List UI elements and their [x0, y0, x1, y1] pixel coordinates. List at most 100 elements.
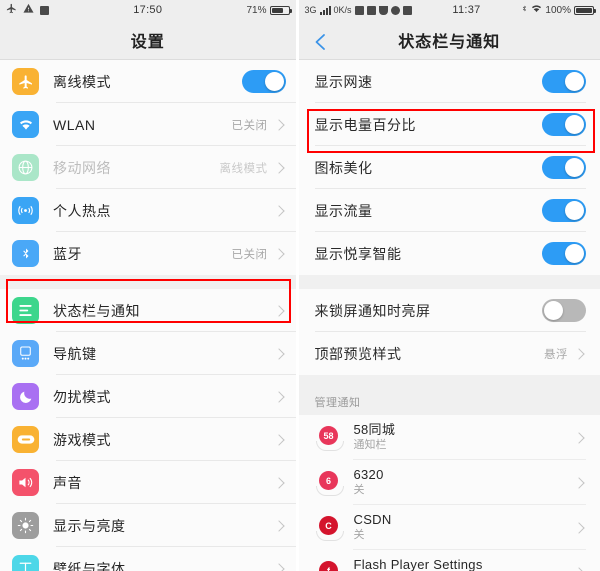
- row-label: 蓝牙: [53, 245, 82, 262]
- app-text: 58同城 通知栏: [354, 422, 576, 453]
- toggle-switch[interactable]: [542, 242, 586, 265]
- chevron-right-icon: [272, 204, 285, 217]
- settings-row-显示网速[interactable]: 显示网速: [298, 60, 600, 103]
- right-group-display-toggles: 显示网速显示电量百分比图标美化显示流量显示悦享智能: [298, 60, 600, 275]
- row-label: 显示与亮度: [53, 517, 126, 534]
- row-label: 状态栏与通知: [53, 302, 140, 319]
- toggle-switch[interactable]: [542, 199, 586, 222]
- left-title-bar: 设置: [0, 20, 296, 60]
- app-name: CSDN: [353, 512, 392, 527]
- toggle-switch[interactable]: [542, 156, 586, 179]
- settings-row-游戏模式[interactable]: 游戏模式: [0, 418, 296, 461]
- chevron-right-icon: [272, 390, 285, 403]
- settings-row-蓝牙[interactable]: 蓝牙 已关闭: [0, 232, 296, 275]
- right-settings-list[interactable]: 显示网速显示电量百分比图标美化显示流量显示悦享智能 来锁屏通知时亮屏顶部预览样式…: [298, 60, 600, 571]
- settings-row-移动网络[interactable]: 移动网络 离线模式: [0, 146, 296, 189]
- row-label: 导航键: [53, 345, 97, 362]
- toggle-switch[interactable]: [542, 113, 586, 136]
- battery-icon: [574, 5, 596, 15]
- wifi-icon: [531, 4, 542, 16]
- settings-row-顶部预览样式[interactable]: 顶部预览样式 悬浮: [298, 332, 600, 375]
- notification-app-row[interactable]: f Flash Player Settings关: [298, 550, 600, 571]
- row-label: 显示流量: [314, 202, 373, 219]
- chevron-right-icon: [272, 118, 285, 131]
- notification-app-row[interactable]: 6 6320 关: [298, 460, 600, 505]
- row-value: 离线模式: [219, 162, 268, 175]
- row-label: 壁纸与字体: [53, 560, 126, 571]
- page-title-statusbar-notifications: 状态栏与通知: [398, 33, 501, 51]
- chevron-right-icon: [272, 519, 285, 532]
- toggle-switch[interactable]: [542, 70, 586, 93]
- chevron-right-icon: [272, 161, 285, 174]
- settings-row-来锁屏通知时亮屏[interactable]: 来锁屏通知时亮屏: [298, 289, 600, 332]
- left-settings-list[interactable]: 离线模式 WLAN 已关闭 移动网络 离线模式 个人热点 蓝牙 已关闭 状态栏与通知 导航键 勿扰…: [0, 60, 296, 571]
- settings-row-状态栏与通知[interactable]: 状态栏与通知: [0, 289, 296, 332]
- chevron-right-icon: [272, 247, 285, 260]
- right-status-icons: 3G 0K/s: [305, 5, 412, 15]
- settings-row-WLAN[interactable]: WLAN 已关闭: [0, 103, 296, 146]
- alarm-icon: [354, 5, 364, 15]
- right-panel-statusbar-notifications: 3G 0K/s 11:37 100% 状态栏与通知 显示网速 显示电量百分比 图…: [298, 0, 600, 571]
- row-label: 离线模式: [53, 73, 111, 90]
- chevron-right-icon: [573, 431, 585, 444]
- row-value: 已关闭: [231, 248, 268, 261]
- battery-icon: [269, 5, 292, 15]
- settings-row-显示悦享智能[interactable]: 显示悦享智能: [298, 232, 600, 275]
- sync-icon: [366, 5, 376, 15]
- settings-row-壁纸与字体[interactable]: 壁纸与字体: [0, 547, 296, 571]
- notification-app-row[interactable]: 58 58同城 通知栏: [298, 415, 600, 460]
- chevron-right-icon: [272, 304, 285, 317]
- row-label: 游戏模式: [53, 431, 111, 448]
- toggle-switch[interactable]: [542, 299, 586, 322]
- row-value: 悬浮: [544, 348, 568, 361]
- navkey-icon: [12, 340, 39, 367]
- row-label: 显示悦享智能: [314, 245, 402, 262]
- back-icon[interactable]: [313, 33, 327, 50]
- app-icon: 6: [315, 469, 344, 497]
- signal-icon: [319, 5, 331, 15]
- row-label: 来锁屏通知时亮屏: [314, 302, 431, 319]
- row-label: 显示网速: [314, 73, 373, 90]
- settings-row-个人热点[interactable]: 个人热点: [0, 189, 296, 232]
- font-icon: [12, 555, 39, 571]
- app-icon: C: [315, 514, 344, 542]
- brightness-icon: [12, 512, 39, 539]
- speaker-icon: [12, 469, 39, 496]
- app-icon: f: [315, 559, 343, 571]
- settings-row-声音[interactable]: 声音: [0, 461, 296, 504]
- notification-app-row[interactable]: C CSDN 关: [298, 505, 600, 550]
- left-group-system: 状态栏与通知 导航键勿扰模式游戏模式声音显示与亮度壁纸与字体: [0, 289, 296, 571]
- settings-row-图标美化[interactable]: 图标美化: [298, 146, 600, 189]
- chevron-right-icon: [272, 347, 285, 360]
- settings-row-勿扰模式[interactable]: 勿扰模式: [0, 375, 296, 418]
- row-label: 勿扰模式: [53, 388, 111, 405]
- chevron-right-icon: [272, 562, 285, 571]
- row-label: 显示电量百分比: [314, 116, 416, 133]
- app-status: 关: [353, 529, 365, 541]
- row-label: 个人热点: [53, 202, 111, 219]
- settings-row-显示电量百分比[interactable]: 显示电量百分比: [298, 103, 600, 146]
- chevron-right-icon: [573, 476, 585, 489]
- settings-row-显示与亮度[interactable]: 显示与亮度: [0, 504, 296, 547]
- toggle-switch[interactable]: [241, 70, 286, 93]
- section-title-manage-notifications: 管理通知: [298, 385, 600, 415]
- app-text: 6320 关: [354, 467, 576, 498]
- settings-row-离线模式[interactable]: 离线模式: [0, 60, 296, 103]
- right-title-bar: 状态栏与通知: [298, 20, 600, 60]
- hotspot-icon: [12, 197, 39, 224]
- group-spacer: [0, 275, 296, 289]
- chevron-right-icon: [272, 476, 285, 489]
- chevron-right-icon: [573, 566, 585, 571]
- settings-row-导航键[interactable]: 导航键: [0, 332, 296, 375]
- bluetooth-icon: [521, 3, 528, 17]
- mail-icon: [378, 5, 388, 15]
- bluetooth-icon: [12, 240, 39, 267]
- page-title-settings: 设置: [130, 33, 165, 51]
- left-status-icons: [6, 3, 49, 17]
- app-text: Flash Player Settings关: [354, 557, 576, 571]
- row-label: WLAN: [53, 116, 96, 133]
- screen: 17:50 71% 设置 离线模式 WLAN 已关闭 移动网络 离线模式 个人热点 蓝牙 已关…: [0, 0, 600, 571]
- left-status-bar: 17:50 71%: [0, 0, 296, 20]
- settings-row-显示流量[interactable]: 显示流量: [298, 189, 600, 232]
- left-status-battery: 71%: [247, 5, 292, 16]
